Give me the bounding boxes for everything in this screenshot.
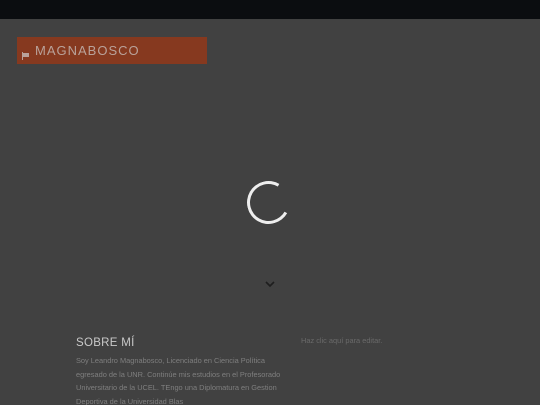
site-logo-link[interactable]: MAGNABOSCO — [17, 37, 207, 64]
flag-icon — [22, 47, 30, 60]
page: MAGNABOSCO SOBRE MÍ Soy Leandro Magnabos… — [0, 0, 540, 405]
about-heading: SOBRE MÍ — [76, 337, 135, 349]
top-bar — [0, 0, 540, 19]
site-title: MAGNABOSCO — [35, 43, 140, 58]
about-text: Soy Leandro Magnabosco, Licenciado en Ci… — [76, 356, 281, 405]
editable-placeholder[interactable]: Haz clic aquí para editar. — [301, 336, 382, 345]
spinner-icon — [242, 176, 295, 229]
chevron-down-icon[interactable] — [263, 277, 277, 289]
